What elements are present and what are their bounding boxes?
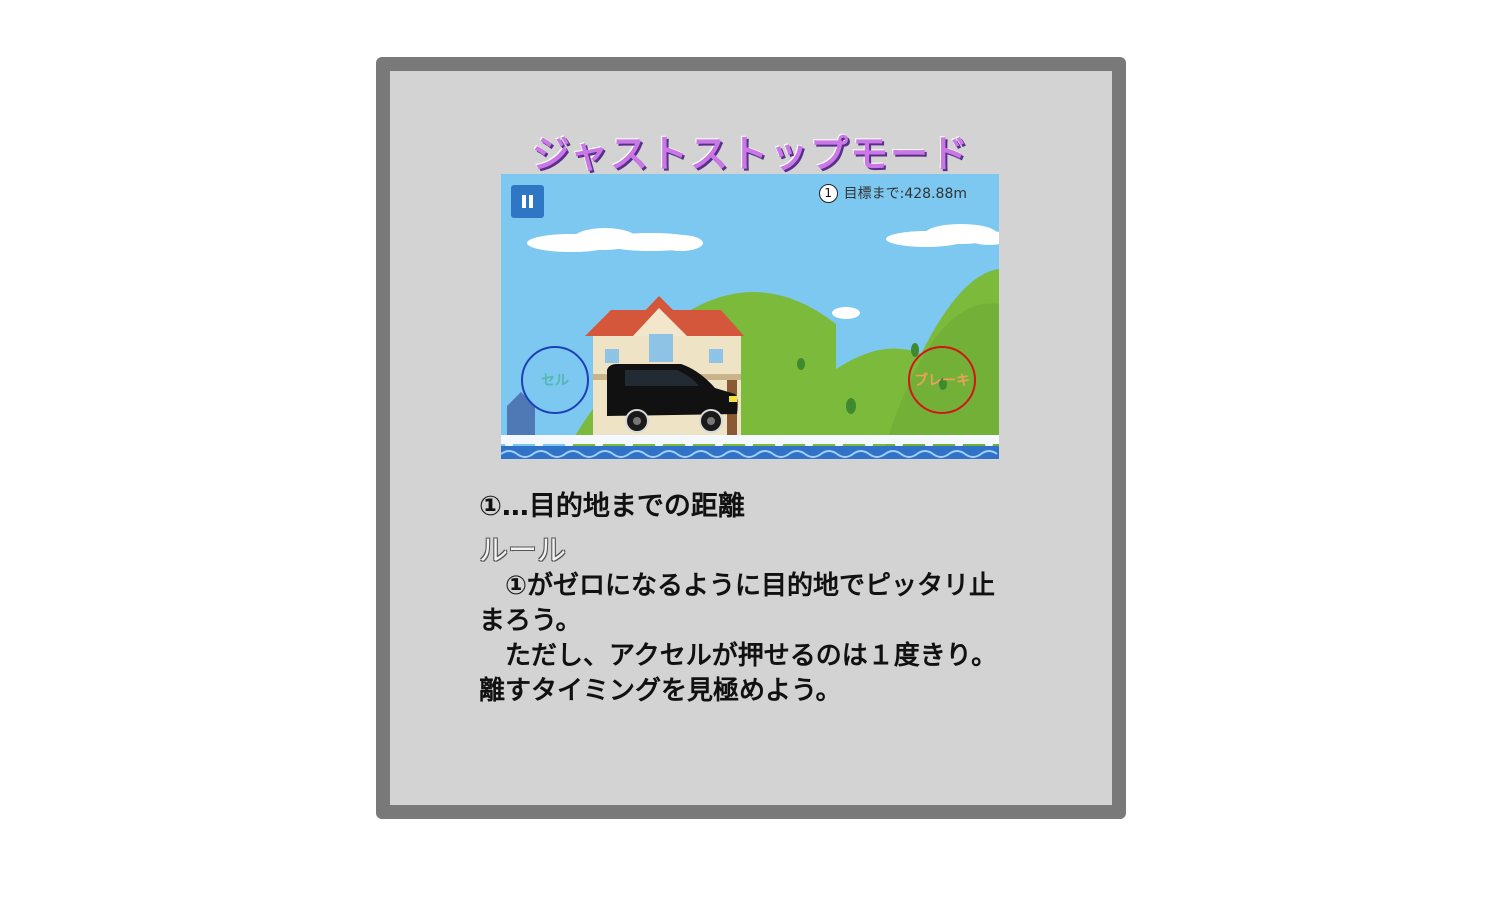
accelerator-label: セル <box>541 373 569 389</box>
hud-marker: 1 <box>818 183 838 203</box>
pause-button[interactable] <box>511 185 544 218</box>
rule-paragraph-2: ただし、アクセルが押せるのは１度きり。離すタイミングを見極めよう。 <box>479 641 998 706</box>
distance-hud: 1 目標まで:428.88m <box>818 183 967 203</box>
rule-paragraph-1: ①がゼロになるように目的地でピッタリ止まろう。 <box>479 571 996 636</box>
legend-text: ①…目的地までの距離 <box>479 491 745 522</box>
accelerator-button[interactable]: セル <box>521 346 589 414</box>
mode-panel: ジャストストップモード 1 目標まで:428.88m セル ブレーキ ①…目的地… <box>376 57 1126 819</box>
rule-heading: ルール <box>479 533 567 567</box>
brake-button[interactable]: ブレーキ <box>908 346 976 414</box>
mode-title: ジャストストップモード <box>531 132 971 176</box>
game-preview: 1 目標まで:428.88m セル ブレーキ <box>501 174 999 459</box>
hud-distance: 目標まで:428.88m <box>843 186 967 202</box>
game-scene <box>501 174 999 459</box>
cloud-small <box>832 307 860 319</box>
brake-label: ブレーキ <box>914 373 970 389</box>
